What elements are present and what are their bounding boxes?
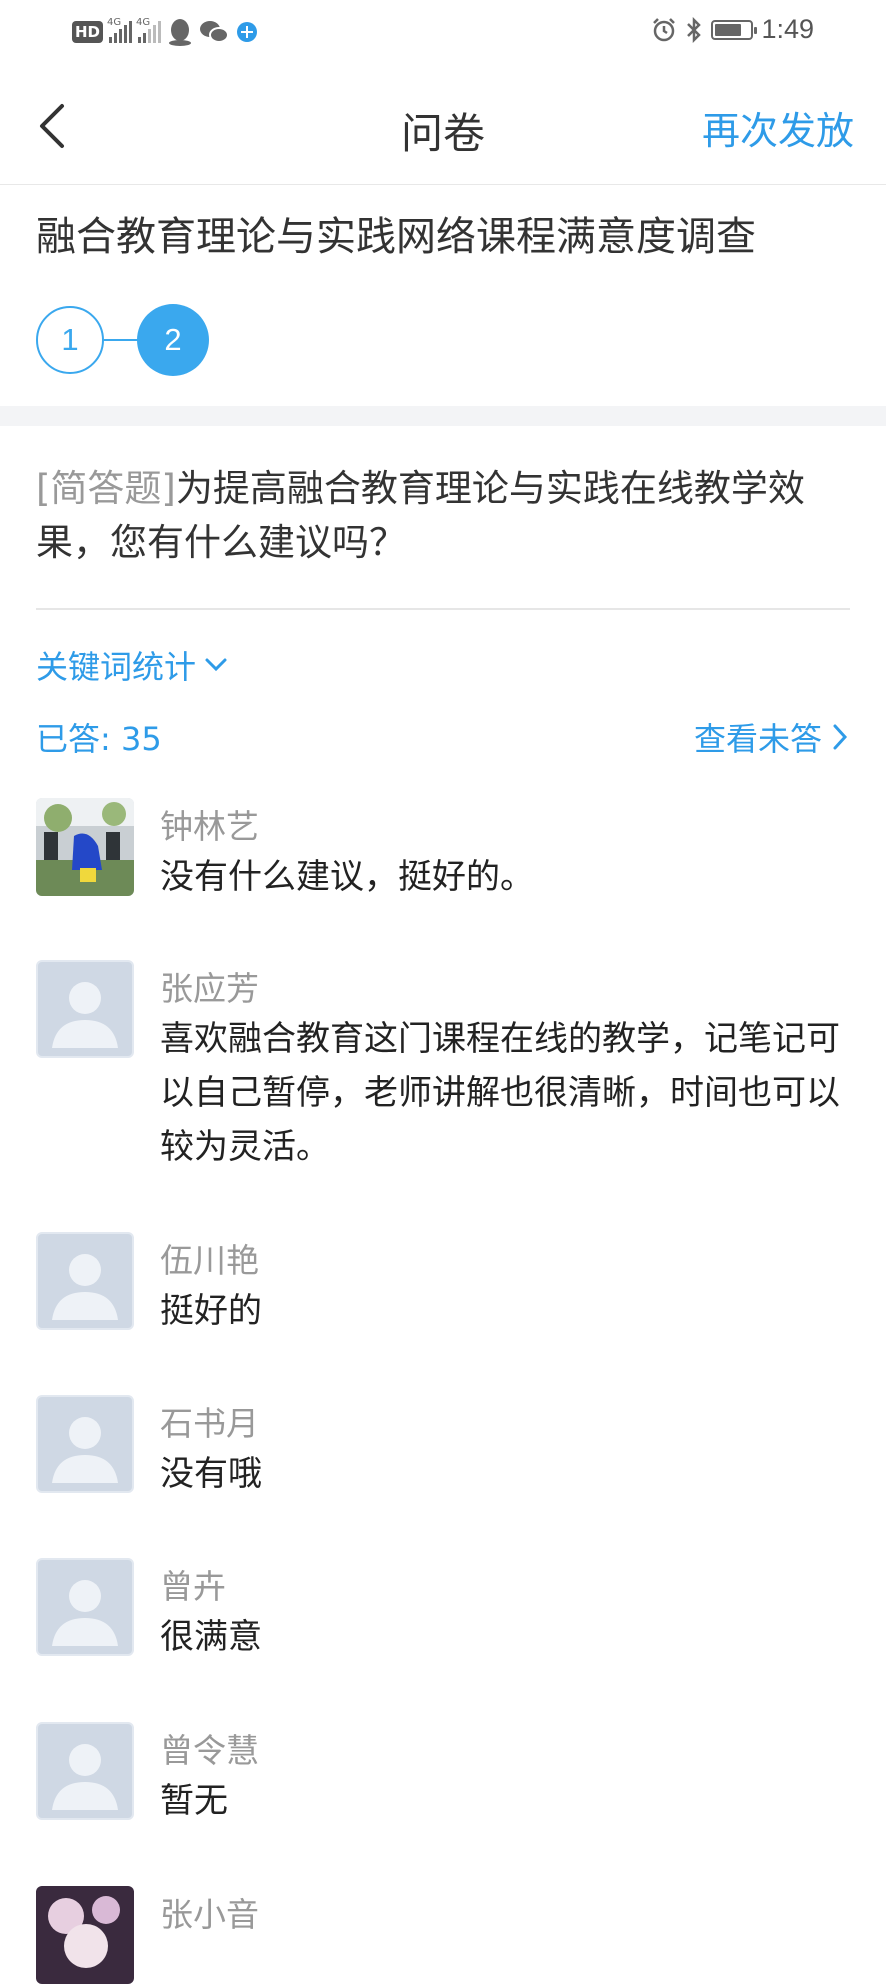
step-1[interactable]: 1 xyxy=(36,306,104,374)
keyword-stats-label: 关键词统计 xyxy=(36,648,197,686)
status-time: 1:49 xyxy=(761,14,814,44)
answer-text: 很满意 xyxy=(160,1617,262,1657)
default-avatar-icon xyxy=(36,1395,134,1493)
step-indicator: 1 2 xyxy=(36,304,236,378)
view-unanswered-link[interactable]: 查看未答 xyxy=(694,714,848,760)
answer-author: 钟林艺 xyxy=(160,807,259,846)
answer-text: 没有什么建议，挺好的。 xyxy=(160,857,534,897)
network-label: 4G xyxy=(136,17,151,28)
answer-author: 石书月 xyxy=(160,1404,259,1443)
default-avatar-icon xyxy=(36,960,134,1058)
network-label: 4G xyxy=(107,17,122,28)
bluetooth-icon xyxy=(687,16,702,43)
answer-text: 挺好的 xyxy=(160,1291,262,1331)
answer-author: 伍川艳 xyxy=(160,1241,259,1280)
question: [简答题]为提高融合教育理论与实践在线教学效果，您有什么建议吗？ xyxy=(36,462,850,570)
answer-author: 曾令慧 xyxy=(160,1731,259,1770)
answer-author: 张小音 xyxy=(160,1895,259,1934)
keyword-stats-toggle[interactable]: 关键词统计 xyxy=(36,642,228,688)
default-avatar-icon xyxy=(36,1722,134,1820)
answer-text: 暂无 xyxy=(160,1781,228,1821)
browser-icon xyxy=(237,22,258,42)
answer-author: 张应芳 xyxy=(160,969,259,1008)
chevron-down-icon xyxy=(205,658,227,672)
step-connector xyxy=(104,339,138,341)
battery-icon xyxy=(711,19,758,40)
avatar xyxy=(36,798,134,896)
alarm-icon xyxy=(653,17,676,41)
chevron-right-icon xyxy=(833,724,848,750)
default-avatar-icon xyxy=(36,1558,134,1656)
signal-icon: 4G xyxy=(136,17,162,43)
answer-author: 曾卉 xyxy=(160,1567,226,1606)
wechat-icon xyxy=(200,21,230,43)
status-icons-left: HD 4G 4G xyxy=(72,17,259,46)
redistribute-button[interactable]: 再次发放 xyxy=(702,100,854,155)
nav-bar: 问卷 再次发放 xyxy=(0,66,886,185)
default-avatar-icon xyxy=(36,1232,134,1330)
avatar xyxy=(36,1886,134,1984)
view-unanswered-label: 查看未答 xyxy=(693,720,822,758)
status-icons-right: 1:49 xyxy=(651,14,814,45)
step-2[interactable]: 2 xyxy=(137,304,209,376)
divider xyxy=(36,608,850,610)
status-bar: HD 4G 4G 1:49 xyxy=(0,0,886,66)
signal-icon: 4G xyxy=(107,17,133,43)
survey-title: 融合教育理论与实践网络课程满意度调查 xyxy=(36,214,756,260)
answer-text: 没有哦 xyxy=(160,1454,262,1494)
question-type: [简答题] xyxy=(36,467,176,510)
qq-icon xyxy=(169,19,192,46)
hd-badge: HD xyxy=(72,21,104,43)
answer-text: 喜欢融合教育这门课程在线的教学，记笔记可以自己暂停，老师讲解也很清晰，时间也可以… xyxy=(160,1019,840,1167)
answered-count: 已答: 35 xyxy=(36,720,162,758)
section-divider xyxy=(0,406,886,426)
